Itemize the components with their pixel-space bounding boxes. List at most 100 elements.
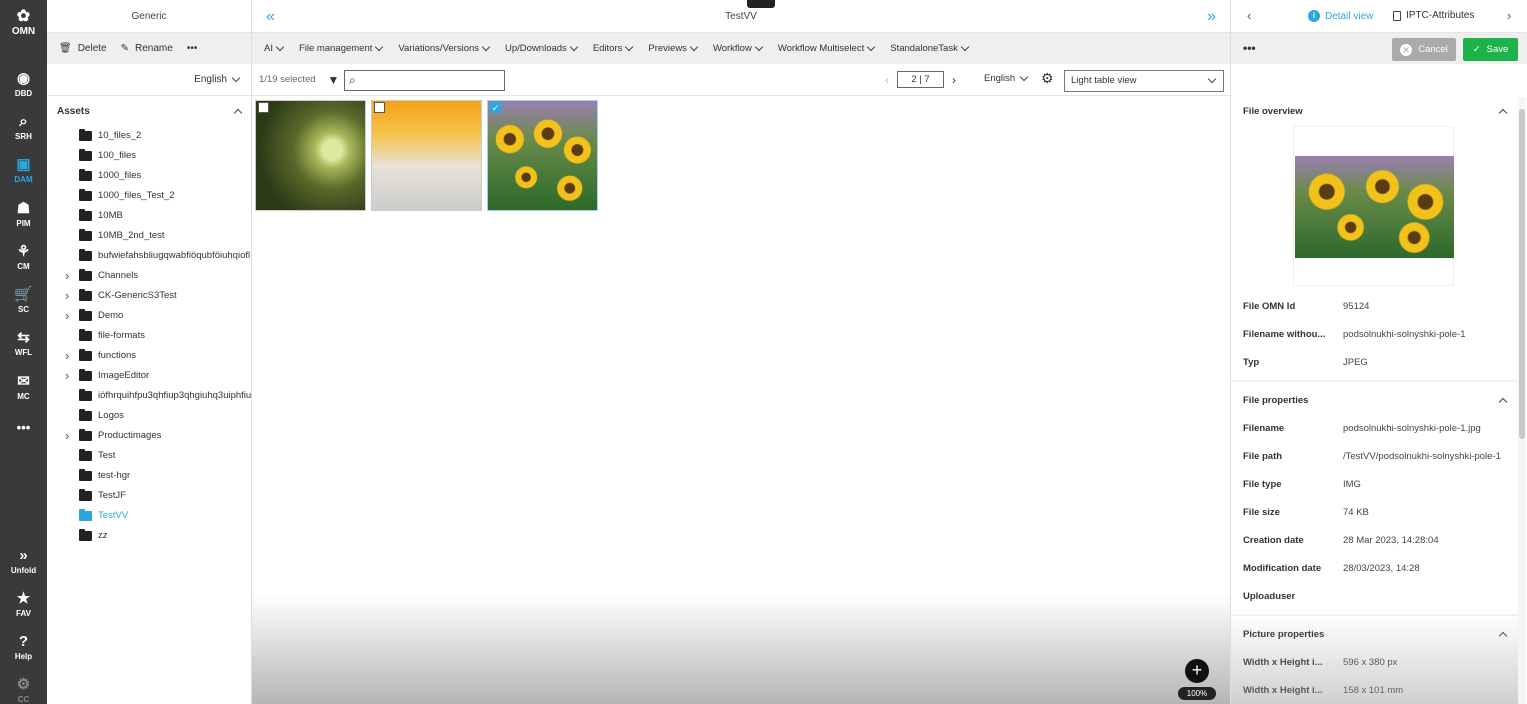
content-language-select[interactable]: English <box>984 72 1029 84</box>
menu-workflow-multiselect[interactable]: Workflow Multiselect <box>777 42 876 54</box>
folder-label: Logos <box>98 410 124 421</box>
language-select[interactable]: English <box>47 64 251 96</box>
menu-ai[interactable]: AI <box>264 42 285 54</box>
chevron-right-icon[interactable]: › <box>65 266 69 286</box>
folder-item[interactable]: › CK-GenericS3Test <box>47 286 251 306</box>
section-header[interactable]: File properties <box>1231 386 1518 414</box>
property-value: 28 Mar 2023, 14:28:04 <box>1343 534 1439 546</box>
select-checkbox[interactable] <box>374 102 385 113</box>
section-header[interactable]: File overview <box>1231 97 1518 125</box>
folder-item[interactable]: › Channels <box>47 266 251 286</box>
cart-icon: 🛒 <box>14 286 33 303</box>
folder-item[interactable]: 10_files_2 <box>47 126 251 146</box>
rail-item-wfl[interactable]: ⇆ WFL <box>0 329 47 357</box>
chevron-right-icon[interactable]: › <box>65 346 69 366</box>
save-button[interactable]: ✓ Save <box>1463 38 1518 61</box>
chevron-left-icon[interactable]: ‹ <box>1247 8 1251 23</box>
rail-label: Help <box>14 652 33 661</box>
property-key: Filename <box>1243 422 1285 434</box>
select-checkbox[interactable] <box>258 102 269 113</box>
rail-item-dam[interactable]: ▣ DAM <box>0 156 47 184</box>
tab-iptc-attributes[interactable]: IPTC-Attributes <box>1393 10 1474 21</box>
chevron-up-icon[interactable] <box>233 108 243 117</box>
folder-item[interactable]: TestJF <box>47 486 251 506</box>
select-checkbox-checked[interactable]: ✓ <box>490 102 501 113</box>
asset-thumbnail-grapes[interactable] <box>255 100 366 211</box>
folder-item[interactable]: 100_files <box>47 146 251 166</box>
asset-thumbnail-sunflowers[interactable]: ✓ <box>487 100 598 211</box>
folder-item[interactable]: 10MB_2nd_test <box>47 226 251 246</box>
rail-item-dbd[interactable]: ◉ DBD <box>0 70 47 98</box>
property-key: Modification date <box>1243 562 1322 574</box>
folder-item[interactable]: Test <box>47 446 251 466</box>
rail-item-mc[interactable]: ✉ MC <box>0 373 47 401</box>
folder-label: Productimages <box>98 430 162 441</box>
folder-item[interactable]: › functions <box>47 346 251 366</box>
menu-standalonetask[interactable]: StandaloneTask <box>890 42 970 54</box>
next-page-icon[interactable]: › <box>952 73 956 87</box>
tab-detail-view[interactable]: i Detail view <box>1308 10 1373 22</box>
menu-label: Workflow Multiselect <box>777 43 865 54</box>
page-input[interactable]: 2 | 7 <box>897 71 944 88</box>
folder-item[interactable]: 1000_files_Test_2 <box>47 186 251 206</box>
menu-up-downloads[interactable]: Up/Downloads <box>505 42 579 54</box>
delete-button[interactable]: 🗑 Delete <box>59 43 107 54</box>
folder-label: Test <box>98 450 116 461</box>
scrollbar-thumb[interactable] <box>1519 109 1525 439</box>
menu-file-management[interactable]: File management <box>299 42 384 54</box>
more-icon[interactable]: ••• <box>1243 41 1256 55</box>
rail-item-cc[interactable]: ⚙ CC <box>0 676 47 704</box>
rail-item-sc[interactable]: 🛒 SC <box>0 286 47 314</box>
folder-item[interactable]: 1000_files <box>47 166 251 186</box>
rail-item-help[interactable]: ? Help <box>0 633 47 661</box>
detail-scrollbar[interactable] <box>1518 97 1526 704</box>
asset-thumbnail-autumn-alley[interactable] <box>371 100 482 211</box>
menu-editors[interactable]: Editors <box>593 42 634 54</box>
section-divider <box>1231 380 1518 382</box>
filter-icon[interactable]: ▼ <box>328 73 340 87</box>
folder-item[interactable]: iöfhrquihfpu3qhfiup3qhgiuhq3uiphfiu <box>47 386 251 406</box>
cancel-button[interactable]: ✕ Cancel <box>1392 38 1456 61</box>
rail-item-unfold[interactable]: » Unfold <box>0 547 47 575</box>
menu-variations-versions[interactable]: Variations/Versions <box>398 42 491 54</box>
window-tab-handle[interactable] <box>747 0 775 8</box>
folder-item[interactable]: 10MB <box>47 206 251 226</box>
chevron-up-icon[interactable] <box>1498 108 1508 117</box>
menu-previews[interactable]: Previews <box>648 42 699 54</box>
search-input[interactable]: ⌕ <box>344 70 505 91</box>
omn-logo[interactable]: ✿ OMN <box>0 8 47 37</box>
rail-item-cm[interactable]: ⚘ CM <box>0 243 47 271</box>
rail-label: ••• <box>16 420 31 435</box>
more-options-button[interactable]: ••• <box>187 43 198 54</box>
folder-item[interactable]: › Productimages <box>47 426 251 446</box>
folder-label: functions <box>98 350 137 361</box>
folder-item[interactable]: file-formats <box>47 326 251 346</box>
chevron-right-icon[interactable]: › <box>65 366 69 386</box>
folder-item[interactable]: Logos <box>47 406 251 426</box>
chevron-right-icon[interactable]: › <box>65 286 69 306</box>
chevron-right-icon[interactable]: › <box>65 426 69 446</box>
folder-item[interactable]: bufwiefahsbliugqwabfiöqubföiuhqiofl <box>47 246 251 266</box>
chevron-right-icon[interactable]: › <box>65 306 69 326</box>
rail-item-srh[interactable]: ⌕ SRH <box>0 113 47 141</box>
collapse-left-icon[interactable]: « <box>266 0 275 33</box>
section-title: File overview <box>1243 105 1303 117</box>
rail-item-fav[interactable]: ★ FAV <box>0 590 47 618</box>
gear-icon[interactable]: ⚙ <box>1041 70 1054 87</box>
chevron-up-icon[interactable] <box>1498 397 1508 406</box>
menu-workflow[interactable]: Workflow <box>713 42 764 54</box>
folder-item[interactable]: › ImageEditor <box>47 366 251 386</box>
collapse-right-icon[interactable]: » <box>1207 0 1216 33</box>
folder-item[interactable]: zz <box>47 526 251 546</box>
assets-header[interactable]: Assets <box>47 96 251 126</box>
add-asset-button[interactable]: + <box>1185 659 1209 683</box>
folder-item[interactable]: test-hgr <box>47 466 251 486</box>
prev-page-icon[interactable]: ‹ <box>885 73 889 87</box>
view-mode-select[interactable]: Light table view <box>1064 70 1224 92</box>
folder-item[interactable]: › Demo <box>47 306 251 326</box>
chevron-right-icon[interactable]: › <box>1507 8 1511 23</box>
rename-button[interactable]: ✎ Rename <box>121 43 173 54</box>
rail-item-pim[interactable]: ☗ PIM <box>0 200 47 228</box>
rail-item-[interactable]: ••• <box>0 420 47 435</box>
folder-item[interactable]: TestVV <box>47 506 251 526</box>
